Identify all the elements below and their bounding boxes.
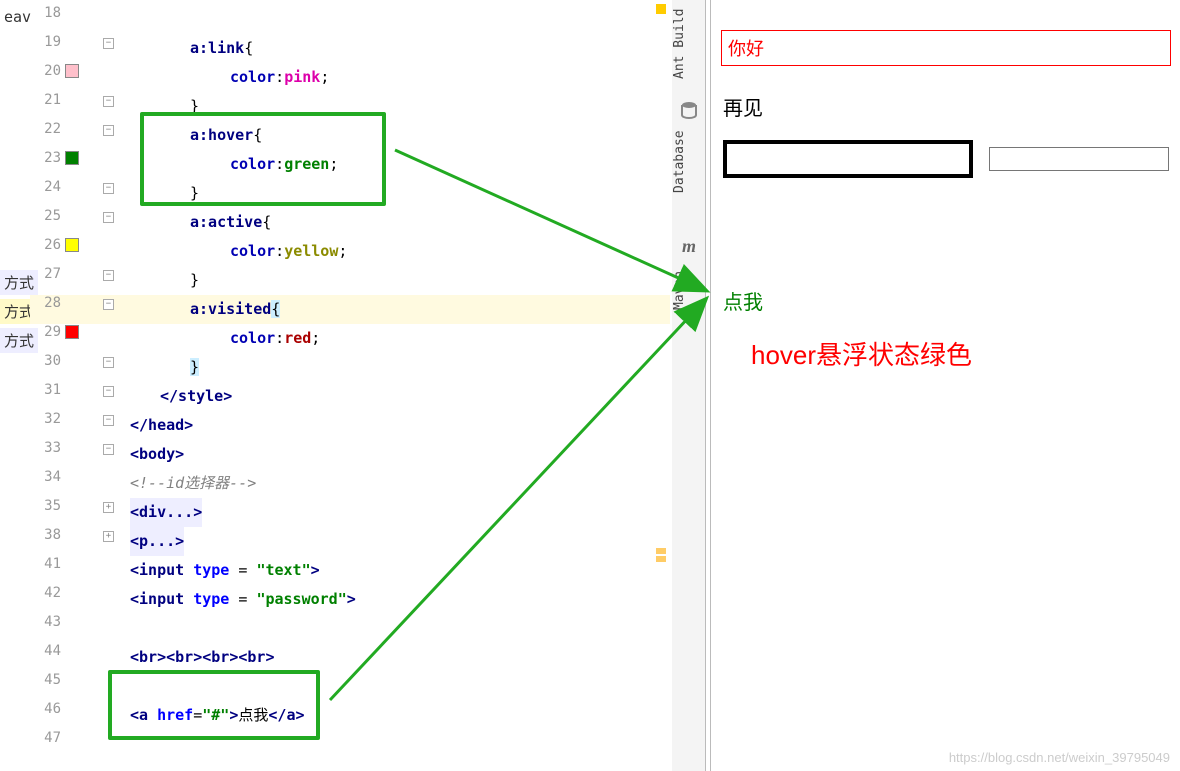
tab-maven[interactable]: Maven	[672, 260, 705, 320]
code-line: a:active{	[190, 208, 271, 237]
watermark: https://blog.csdn.net/weixin_39795049	[949, 750, 1170, 765]
fold-icon[interactable]: +	[103, 531, 114, 542]
line-number: 31	[31, 382, 61, 398]
code-line: </style>	[160, 382, 232, 411]
fold-icon[interactable]: +	[103, 502, 114, 513]
color-swatch-yellow	[65, 238, 79, 252]
line-number: 33	[31, 440, 61, 456]
line-number: 27	[31, 266, 61, 282]
code-line: <!--id选择器-->	[130, 469, 256, 498]
color-swatch-green	[65, 151, 79, 165]
fold-icon[interactable]: −	[103, 357, 114, 368]
scrollbar-marker[interactable]	[656, 548, 666, 554]
browser-preview: 你好 再见 点我 hover悬浮状态绿色	[710, 0, 1180, 771]
code-line: <br><br><br><br>	[130, 643, 275, 672]
code-line: color:pink;	[230, 63, 329, 92]
line-number: 43	[31, 614, 61, 630]
line-number: 28	[31, 295, 61, 311]
tab-database[interactable]: Database	[672, 122, 705, 202]
preview-bye: 再见	[723, 92, 763, 121]
tab-ant-build[interactable]: Ant Build	[672, 4, 705, 84]
color-swatch-red	[65, 325, 79, 339]
cropped-text: eav	[0, 6, 35, 28]
line-number: 25	[31, 208, 61, 224]
line-number: 23	[31, 150, 61, 166]
fold-icon[interactable]: −	[103, 415, 114, 426]
fold-icon[interactable]: −	[103, 299, 114, 310]
annotation-text: hover悬浮状态绿色	[751, 335, 972, 372]
code-line: </head>	[130, 411, 193, 440]
color-swatch-pink	[65, 64, 79, 78]
line-number: 20	[31, 63, 61, 79]
line-number: 35	[31, 498, 61, 514]
fold-icon[interactable]: −	[103, 212, 114, 223]
fold-icon[interactable]: −	[103, 125, 114, 136]
tool-window-bar: Ant Build Database m Maven	[672, 0, 706, 771]
annotation-box	[108, 670, 320, 740]
fold-icon[interactable]: −	[103, 386, 114, 397]
fold-icon[interactable]: −	[103, 270, 114, 281]
code-line: }	[190, 266, 199, 295]
preview-link[interactable]: 点我	[723, 286, 763, 315]
code-line: color:yellow;	[230, 237, 347, 266]
scrollbar-marker[interactable]	[656, 556, 666, 562]
line-number: 32	[31, 411, 61, 427]
code-line: <div...>	[130, 498, 202, 527]
preview-password-input[interactable]	[989, 147, 1169, 171]
code-editor[interactable]: eav 方式 方式 方式 18 19 20 21 22 23 24 25 26 …	[0, 0, 670, 771]
line-number: 34	[31, 469, 61, 485]
line-number: 38	[31, 527, 61, 543]
fold-icon[interactable]: −	[103, 96, 114, 107]
line-number: 18	[31, 5, 61, 21]
line-number: 45	[31, 672, 61, 688]
line-number: 42	[31, 585, 61, 601]
line-number: 30	[31, 353, 61, 369]
annotation-box	[140, 112, 386, 206]
fold-icon[interactable]: −	[103, 183, 114, 194]
line-number: 21	[31, 92, 61, 108]
indent	[92, 34, 200, 63]
code-line: <body>	[130, 440, 184, 469]
preview-hello[interactable]: 你好	[721, 30, 1171, 66]
maven-icon: m	[679, 236, 699, 256]
database-icon	[679, 100, 699, 120]
fold-icon[interactable]: −	[103, 444, 114, 455]
line-number: 26	[31, 237, 61, 253]
code-line: <p...>	[130, 527, 184, 556]
scrollbar-marker[interactable]	[656, 4, 666, 14]
current-line-highlight	[30, 295, 670, 324]
code-line: color:red;	[230, 324, 320, 353]
line-number: 24	[31, 179, 61, 195]
line-number: 22	[31, 121, 61, 137]
code-line: a:visited{	[190, 295, 280, 324]
line-number: 47	[31, 730, 61, 746]
code-line: }	[190, 353, 199, 382]
code-line: <input type = "text">	[130, 556, 320, 585]
line-number: 44	[31, 643, 61, 659]
line-number: 46	[31, 701, 61, 717]
line-number: 29	[31, 324, 61, 340]
line-number: 19	[31, 34, 61, 50]
code-line: <input type = "password">	[130, 585, 356, 614]
line-number: 41	[31, 556, 61, 572]
preview-text-input[interactable]	[723, 140, 973, 178]
